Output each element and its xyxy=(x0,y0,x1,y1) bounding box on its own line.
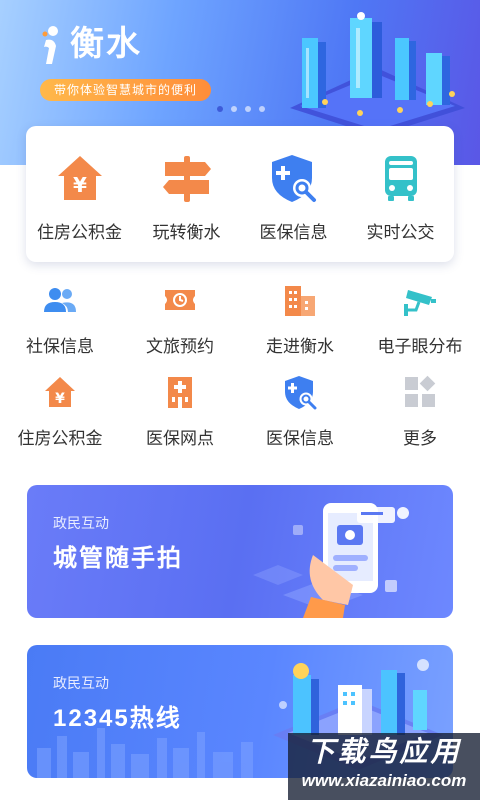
service-housing-fund[interactable]: ¥ 住房公积金 xyxy=(26,126,133,262)
people-icon xyxy=(44,288,76,312)
service-label: 玩转衡水 xyxy=(152,223,221,242)
service-explore-city[interactable]: 玩转衡水 xyxy=(133,126,240,262)
service-label: 走进衡水 xyxy=(266,337,334,356)
promo-city-report[interactable]: 政民互动 城管随手拍 xyxy=(27,485,453,618)
secondary-services-grid: 社保信息 文旅预约 走进衡水 电子眼分布 ¥ 住房公积金 医保网点 医保信息 更… xyxy=(0,278,480,462)
carousel-dot[interactable] xyxy=(217,106,223,112)
app-title: 衡水 xyxy=(70,25,142,63)
promo-title: 12345热线 xyxy=(53,705,182,732)
house-yuan-icon: ¥ xyxy=(45,377,75,407)
signpost-icon xyxy=(162,156,211,202)
service-housing-fund[interactable]: ¥ 住房公积金 xyxy=(0,370,120,462)
shield-search-icon xyxy=(285,376,317,410)
cctv-camera-icon xyxy=(404,290,436,316)
service-traffic-cameras[interactable]: 电子眼分布 xyxy=(360,278,480,370)
svg-text:¥: ¥ xyxy=(73,173,87,197)
service-label: 医保网点 xyxy=(146,429,214,448)
service-about-city[interactable]: 走进衡水 xyxy=(240,278,360,370)
more-grid-icon xyxy=(405,375,436,407)
logo-mark-icon xyxy=(42,26,58,64)
service-label: 医保信息 xyxy=(266,429,334,448)
service-label: 社保信息 xyxy=(26,337,94,356)
grid-row: 社保信息 文旅预约 走进衡水 电子眼分布 xyxy=(0,278,480,370)
carousel-dot[interactable] xyxy=(231,106,237,112)
service-label: 住房公积金 xyxy=(17,429,103,448)
service-medical-outlets[interactable]: 医保网点 xyxy=(120,370,240,462)
carousel-indicator[interactable] xyxy=(217,106,265,112)
service-culture-booking[interactable]: 文旅预约 xyxy=(120,278,240,370)
phone-camera-illustration xyxy=(253,503,409,618)
slogan-pill: 带你体验智慧城市的便利 xyxy=(40,79,212,101)
service-label: 住房公积金 xyxy=(37,223,122,242)
buildings-icon xyxy=(285,286,315,316)
watermark-title: 下载鸟应用 xyxy=(306,736,462,767)
service-realtime-bus[interactable]: 实时公交 xyxy=(347,126,454,262)
hospital-icon xyxy=(168,377,192,408)
carousel-dot[interactable] xyxy=(245,106,251,112)
primary-services-card: ¥ 住房公积金 玩转衡水 医保信息 实时公交 xyxy=(26,126,454,262)
promo-tag: 政民互动 xyxy=(53,515,109,531)
app-logo: 衡水 xyxy=(36,22,142,66)
smart-city-illustration xyxy=(290,12,465,136)
service-label: 更多 xyxy=(403,429,437,448)
promo-title: 城管随手拍 xyxy=(53,545,183,572)
watermark: 下载鸟应用 www.xiazainiao.com xyxy=(288,733,480,800)
service-more[interactable]: 更多 xyxy=(360,370,480,462)
watermark-url: www.xiazainiao.com xyxy=(301,771,467,790)
service-label: 实时公交 xyxy=(366,223,435,242)
service-label: 电子眼分布 xyxy=(377,337,463,356)
bus-icon xyxy=(384,156,417,201)
service-label: 文旅预约 xyxy=(146,337,214,356)
service-label: 医保信息 xyxy=(259,223,328,242)
ticket-clock-icon xyxy=(165,290,195,310)
house-yuan-icon: ¥ xyxy=(57,156,102,200)
promo-tag: 政民互动 xyxy=(53,675,109,691)
service-medical-info[interactable]: 医保信息 xyxy=(240,126,347,262)
grid-row: ¥ 住房公积金 医保网点 医保信息 更多 xyxy=(0,370,480,462)
carousel-dot[interactable] xyxy=(259,106,265,112)
shield-search-icon xyxy=(271,155,316,202)
service-social-security[interactable]: 社保信息 xyxy=(0,278,120,370)
svg-text:¥: ¥ xyxy=(55,391,65,407)
service-medical-info[interactable]: 医保信息 xyxy=(240,370,360,462)
